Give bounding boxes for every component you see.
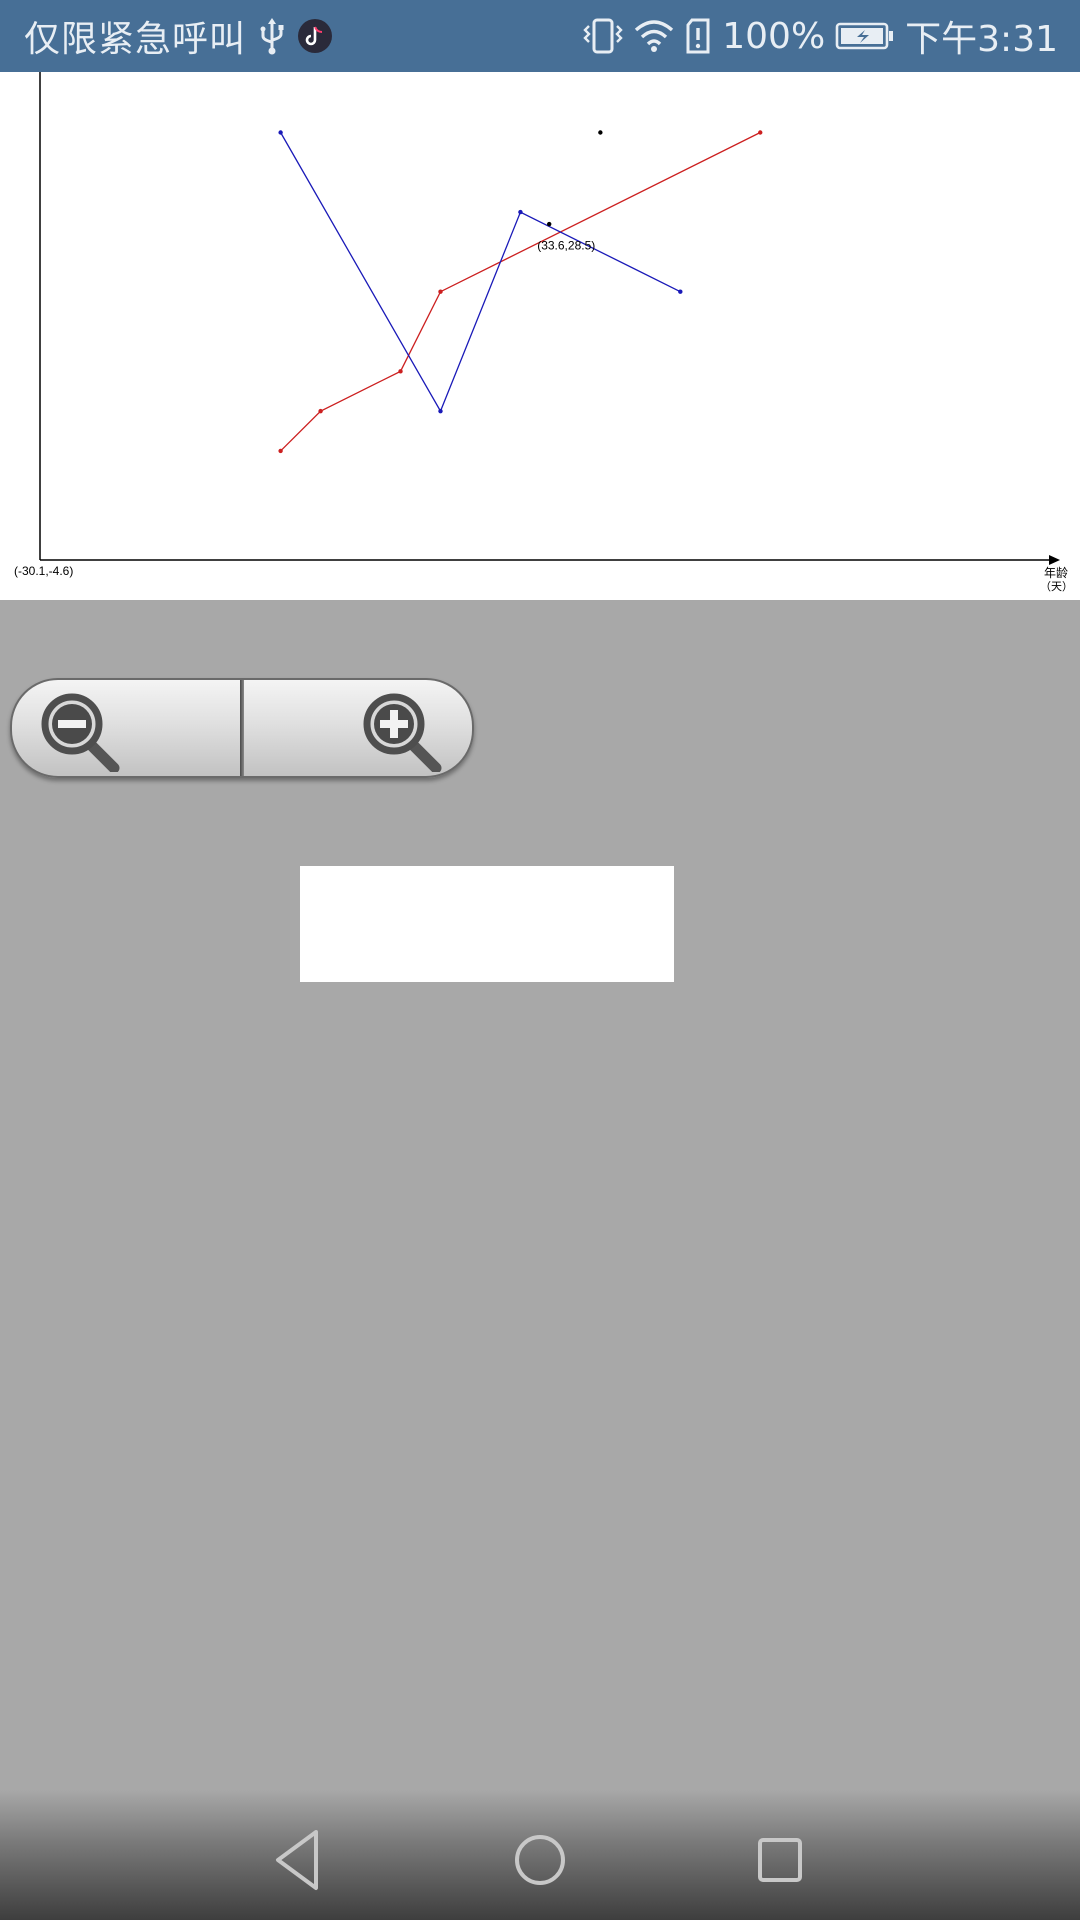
battery-percent: 100%	[722, 15, 826, 57]
home-circle-icon	[515, 1835, 565, 1885]
home-button[interactable]	[500, 1820, 580, 1900]
series-1-point-2[interactable]	[318, 408, 323, 414]
chart-panel[interactable]: (-30.1,-4.6) 年龄 （天） (33.6,28.5)	[0, 72, 1080, 600]
series-2-point-4[interactable]	[678, 289, 683, 294]
series-1-point-1[interactable]	[278, 448, 283, 454]
clock: 下午3:31	[905, 19, 1058, 60]
series-1-point-4[interactable]	[438, 289, 443, 294]
status-right: 100% 下午3:31	[582, 0, 1058, 72]
sim-alert-icon	[684, 16, 712, 56]
series-1-point-5[interactable]	[758, 130, 763, 135]
line-chart[interactable]: (-30.1,-4.6) 年龄 （天） (33.6,28.5)	[0, 72, 1080, 600]
series-1-point-3[interactable]	[398, 369, 403, 374]
carrier-text: 仅限紧急呼叫	[24, 19, 247, 60]
marker-point-2[interactable]	[547, 221, 552, 227]
origin-label: (-30.1,-4.6)	[14, 564, 73, 578]
wifi-icon	[634, 18, 674, 54]
zoom-in-icon	[363, 693, 442, 772]
status-bar: 仅限紧急呼叫 100% 下午3:31	[0, 0, 1080, 72]
coordinate-annotation-1: (33.6,28.5)	[537, 239, 595, 253]
vibrate-icon	[582, 16, 624, 56]
x-axis-label-line2: （天）	[1040, 580, 1073, 593]
zoom-control	[10, 678, 474, 778]
series-2-point-1[interactable]	[278, 130, 283, 135]
zoom-out-icon	[41, 693, 120, 772]
series-2-point-3[interactable]	[518, 209, 523, 215]
zoom-in-button[interactable]	[243, 680, 472, 776]
x-axis-label-line1: 年龄	[1044, 566, 1068, 580]
recents-square-icon	[758, 1838, 802, 1882]
tiktok-icon	[298, 19, 333, 53]
recents-button[interactable]	[740, 1820, 820, 1900]
back-triangle-icon	[276, 1830, 318, 1890]
navigation-bar	[0, 1790, 1080, 1920]
blank-white-panel	[300, 866, 674, 982]
back-button[interactable]	[260, 1820, 340, 1900]
marker-point-1[interactable]	[598, 130, 603, 135]
series-1-line	[280, 131, 761, 452]
status-left: 仅限紧急呼叫	[24, 0, 333, 72]
usb-icon	[258, 16, 286, 56]
series-2-point-2[interactable]	[438, 408, 443, 414]
battery-charging-icon	[835, 21, 895, 51]
zoom-out-button[interactable]	[12, 680, 241, 776]
x-axis-arrow	[1049, 555, 1060, 565]
